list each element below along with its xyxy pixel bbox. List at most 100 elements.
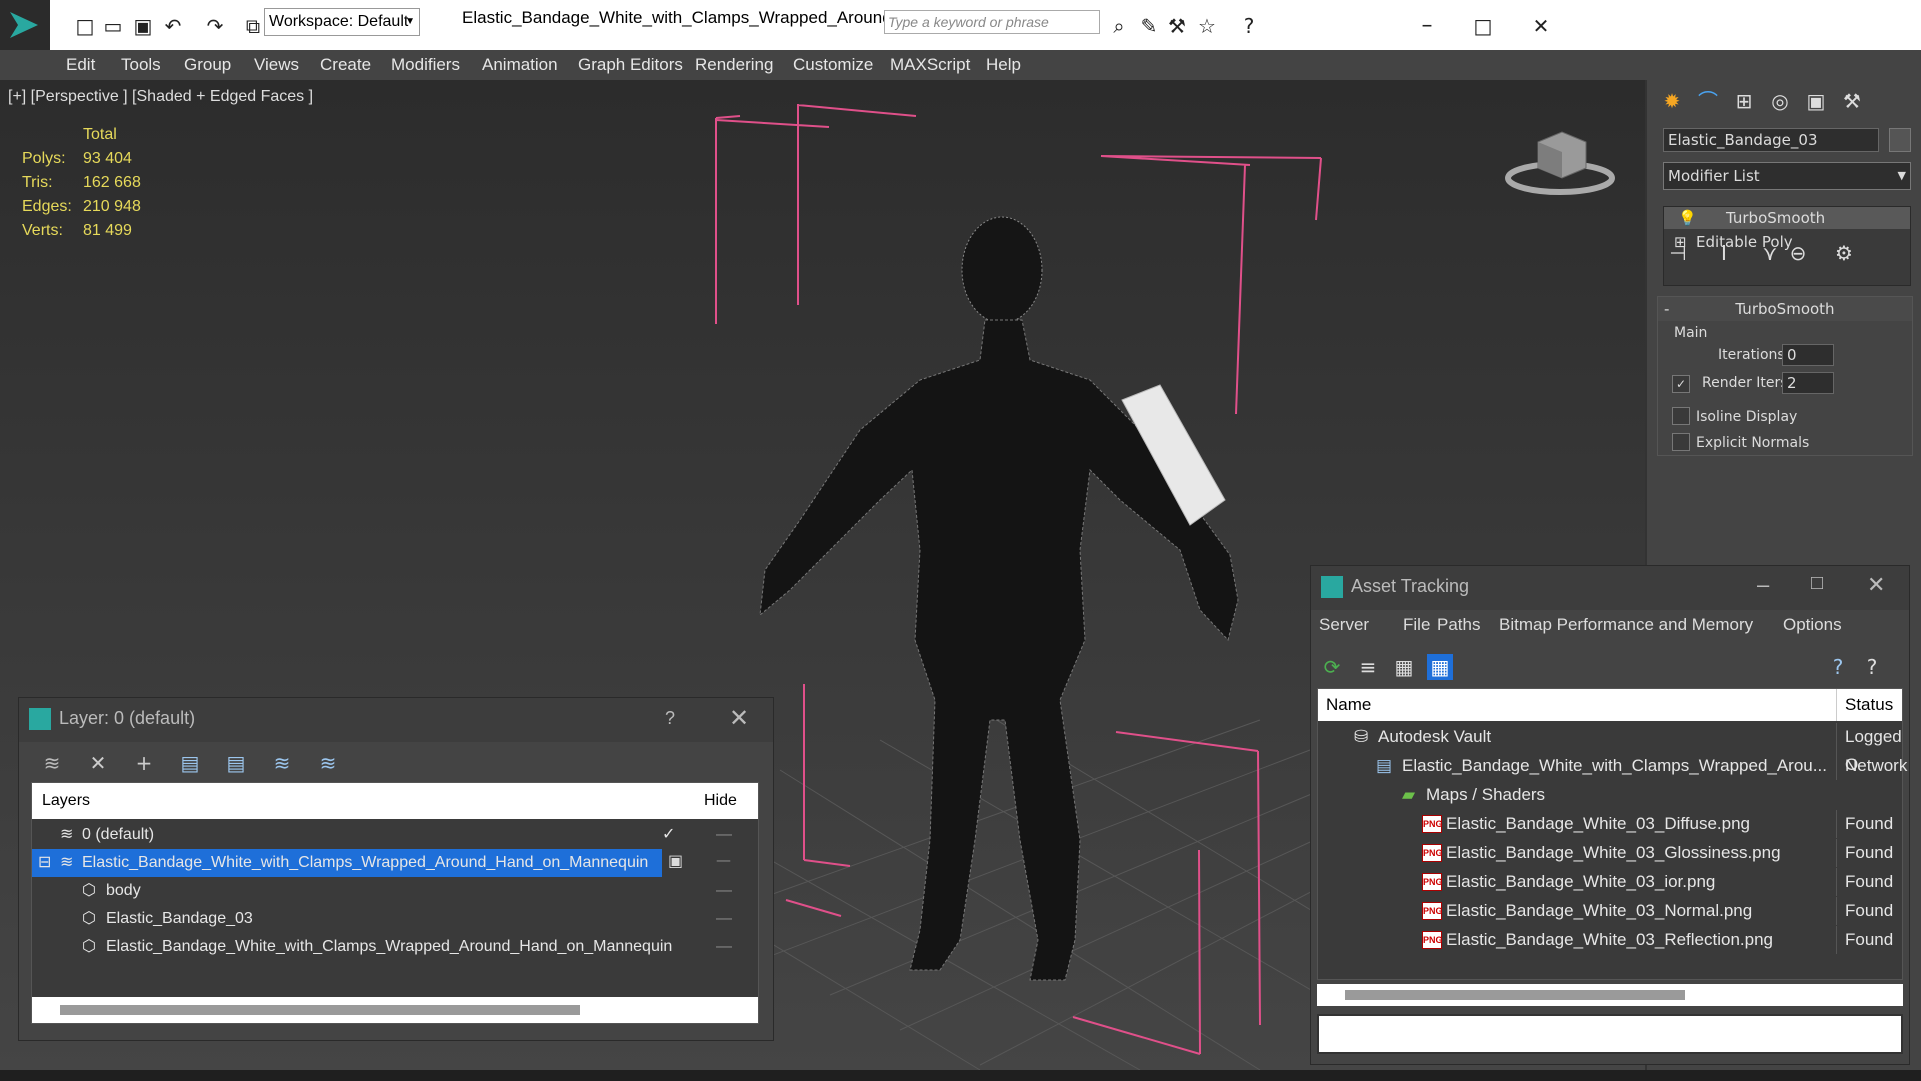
maximize-icon[interactable]: □ (1470, 13, 1496, 39)
app-logo[interactable] (0, 0, 50, 50)
new-layer-icon[interactable]: ≋ (39, 750, 65, 776)
tools-icon[interactable]: ⚒ (1164, 13, 1190, 39)
col-layers-header[interactable]: Layers (42, 783, 90, 819)
rollout-header[interactable]: - TurboSmooth (1658, 297, 1912, 321)
list-view-icon[interactable]: ≡ (1355, 654, 1381, 680)
add-to-layer-icon[interactable]: + (131, 750, 157, 776)
motion-tab-icon[interactable]: ◎ (1767, 88, 1793, 114)
asset-menu-server[interactable]: Server (1319, 610, 1369, 640)
asset-path-field[interactable] (1317, 1014, 1903, 1054)
modify-tab-icon[interactable]: ⌒ (1695, 88, 1721, 114)
workspace-dropdown[interactable]: Workspace: Default ▼ (264, 8, 420, 36)
save-icon[interactable]: ▣ (130, 13, 156, 39)
hide-toggle[interactable]: — (716, 933, 732, 961)
highlight-layer-icon[interactable]: ▤ (223, 750, 249, 776)
new-file-icon[interactable]: □ (72, 13, 98, 39)
project-icon[interactable]: ⧉ (240, 13, 266, 39)
menu-tools[interactable]: Tools (121, 50, 161, 80)
freeze-all-icon[interactable]: ≋ (315, 750, 341, 776)
object-name-field[interactable]: Elastic_Bandage_03 (1663, 128, 1879, 152)
close-icon[interactable]: ✕ (1867, 572, 1885, 598)
help-icon[interactable]: ? (1825, 654, 1851, 680)
menu-customize[interactable]: Customize (793, 50, 873, 80)
wrench-icon[interactable]: ✎ (1136, 13, 1162, 39)
redo-icon[interactable]: ↷ (202, 13, 228, 39)
star-icon[interactable]: ☆ (1194, 13, 1220, 39)
asset-row-diffuse[interactable]: PNG Elastic_Bandage_White_03_Diffuse.png… (1318, 810, 1902, 838)
iterations-spinner[interactable]: 0 (1782, 344, 1834, 366)
pin-stack-icon[interactable]: ⊣ (1665, 240, 1691, 266)
hide-toggle[interactable]: — (716, 851, 731, 869)
render-iters-checkbox[interactable]: ✓ (1672, 375, 1690, 393)
layer-hscroll[interactable] (32, 997, 758, 1023)
undo-icon[interactable]: ↶ (160, 13, 186, 39)
configure-sets-icon[interactable]: ⚙ (1831, 240, 1857, 266)
layer-window-help[interactable]: ? (665, 708, 675, 729)
asset-menu-bitmap[interactable]: Bitmap Performance and Memory (1499, 610, 1753, 640)
asset-row-vault[interactable]: ⛁ Autodesk Vault Logged O (1318, 723, 1902, 779)
hide-toggle[interactable]: — (716, 821, 732, 849)
menu-views[interactable]: Views (254, 50, 299, 80)
menu-animation[interactable]: Animation (482, 50, 558, 80)
asset-menu-paths[interactable]: Paths (1437, 610, 1480, 640)
col-hide-header[interactable]: Hide (704, 783, 737, 819)
layer-row-default[interactable]: ≋ 0 (default) ✓ — (32, 821, 758, 849)
create-tab-icon[interactable]: ✹ (1659, 88, 1685, 114)
modifier-list-dropdown[interactable]: Modifier List ▼ (1663, 162, 1911, 190)
asset-row-maps[interactable]: ▰ Maps / Shaders (1318, 781, 1902, 809)
utilities-tab-icon[interactable]: ⚒ (1839, 88, 1865, 114)
collapse-minus-icon[interactable]: ⊟ (38, 849, 51, 877)
display-tab-icon[interactable]: ▣ (1803, 88, 1829, 114)
binoculars-icon[interactable]: ⌕ (1106, 13, 1132, 39)
layer-row-selected[interactable]: ⊟ ≋ Elastic_Bandage_White_with_Clamps_Wr… (32, 849, 662, 877)
search-input[interactable]: Type a keyword or phrase (884, 10, 1100, 34)
asset-menu-file[interactable]: File (1403, 610, 1430, 640)
menu-help[interactable]: Help (986, 50, 1021, 80)
menu-rendering[interactable]: Rendering (695, 50, 773, 80)
make-unique-icon[interactable]: ⋎ (1757, 240, 1783, 266)
col-status-header[interactable]: Status (1836, 689, 1893, 721)
thumbnail-view-icon[interactable]: ▦ (1391, 654, 1417, 680)
asset-hscroll[interactable] (1317, 984, 1903, 1006)
menu-create[interactable]: Create (320, 50, 371, 80)
asset-row-normal[interactable]: PNG Elastic_Bandage_White_03_Normal.png … (1318, 897, 1902, 925)
close-icon[interactable]: ✕ (729, 704, 749, 733)
open-file-icon[interactable]: ▭ (100, 13, 126, 39)
explicit-normals-checkbox[interactable] (1672, 433, 1690, 451)
asset-menu-options[interactable]: Options (1783, 610, 1842, 640)
asset-row-ior[interactable]: PNG Elastic_Bandage_White_03_ior.png Fou… (1318, 868, 1902, 896)
layer-window-titlebar[interactable]: Layer: 0 (default) ? ✕ (19, 698, 773, 742)
asset-row-glossiness[interactable]: PNG Elastic_Bandage_White_03_Glossiness.… (1318, 839, 1902, 867)
hide-toggle[interactable]: — (716, 877, 732, 905)
minimize-icon[interactable]: – (1757, 572, 1769, 598)
lightbulb-icon[interactable]: 💡 (1678, 207, 1697, 229)
layer-row-group[interactable]: ⬡ Elastic_Bandage_White_with_Clamps_Wrap… (32, 933, 758, 961)
asset-row-max-file[interactable]: ▤ Elastic_Bandage_White_with_Clamps_Wrap… (1318, 752, 1907, 780)
layer-row-bandage[interactable]: ⬡ Elastic_Bandage_03 — (32, 905, 758, 933)
select-objects-icon[interactable]: ▤ (177, 750, 203, 776)
hide-all-icon[interactable]: ≋ (269, 750, 295, 776)
menu-modifiers[interactable]: Modifiers (391, 50, 460, 80)
stack-item-turbosmooth[interactable]: 💡 TurboSmooth (1664, 207, 1910, 229)
layer-row-body[interactable]: ⬡ body — (32, 877, 758, 905)
hierarchy-tab-icon[interactable]: ⊞ (1731, 88, 1757, 114)
delete-layer-icon[interactable]: ✕ (85, 750, 111, 776)
layer-hscroll-thumb[interactable] (60, 1005, 580, 1015)
maximize-icon[interactable]: □ (1811, 572, 1823, 595)
vault-help-icon[interactable]: ? (1859, 654, 1885, 680)
menu-edit[interactable]: Edit (66, 50, 95, 80)
isoline-checkbox[interactable] (1672, 407, 1690, 425)
menu-group[interactable]: Group (184, 50, 231, 80)
active-check-icon[interactable]: ✓ (662, 821, 675, 849)
asset-window-titlebar[interactable]: Asset Tracking – □ ✕ (1311, 566, 1909, 610)
refresh-icon[interactable]: ⟳ (1319, 654, 1345, 680)
col-name-header[interactable]: Name (1326, 689, 1371, 721)
help-icon[interactable]: ? (1236, 13, 1262, 39)
asset-row-reflection[interactable]: PNG Elastic_Bandage_White_03_Reflection.… (1318, 926, 1902, 954)
asset-hscroll-thumb[interactable] (1345, 990, 1685, 1000)
current-layer-icon[interactable]: ▣ (668, 851, 683, 870)
table-view-icon[interactable]: ▦ (1427, 654, 1453, 680)
object-color-swatch[interactable] (1889, 128, 1911, 152)
menu-maxscript[interactable]: MAXScript (890, 50, 970, 80)
menu-graph-editors[interactable]: Graph Editors (578, 50, 683, 80)
